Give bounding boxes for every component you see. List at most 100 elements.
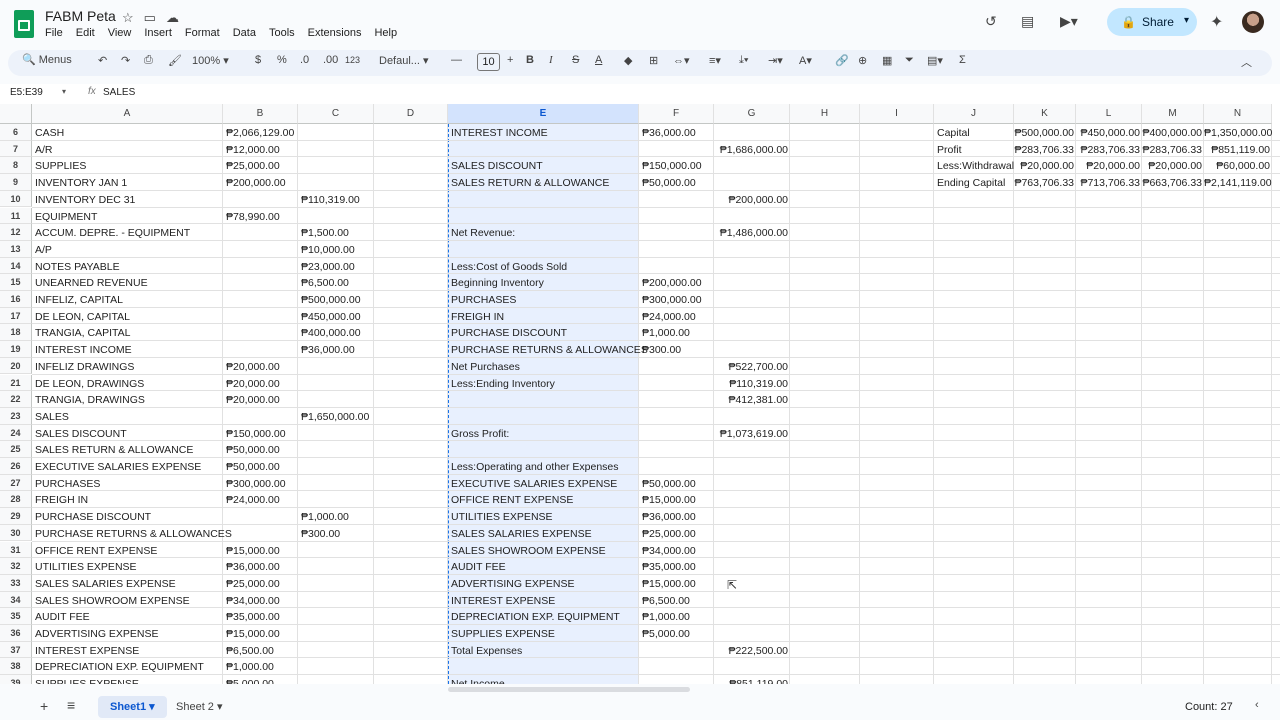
cell-e30[interactable]: SALES SALARIES EXPENSE [451, 526, 592, 542]
increase-decimal-button[interactable]: .00 [323, 54, 338, 66]
column-header-d[interactable]: D [374, 104, 448, 124]
cell-f29[interactable]: ₱36,000.00 [642, 509, 696, 525]
row-header[interactable]: 18 [0, 324, 32, 342]
cell-e19[interactable]: PURCHASE RETURNS & ALLOWANCES [451, 342, 648, 358]
column-header-b[interactable]: B [223, 104, 298, 124]
row-header[interactable]: 16 [0, 291, 32, 308]
cell-e34[interactable]: INTEREST EXPENSE [451, 593, 555, 609]
star-icon[interactable]: ☆ [122, 10, 134, 26]
cell-e6[interactable]: INTEREST INCOME [451, 125, 548, 141]
row-header[interactable]: 32 [0, 558, 32, 575]
cell-e15[interactable]: Beginning Inventory [451, 275, 544, 291]
horizontal-scrollbar[interactable] [448, 687, 690, 692]
cell-e28[interactable]: OFFICE RENT EXPENSE [451, 492, 573, 508]
cell-f36[interactable]: ₱5,000.00 [642, 626, 690, 642]
cell-e17[interactable]: FREIGH IN [451, 309, 504, 325]
cell-f16[interactable]: ₱300,000.00 [642, 292, 702, 308]
column-header-m[interactable]: M [1142, 104, 1204, 124]
row-header[interactable]: 33 [0, 574, 32, 592]
cell-c17[interactable]: ₱450,000.00 [301, 309, 361, 325]
cloud-status-icon[interactable]: ☁ [166, 10, 179, 26]
column-header-i[interactable]: I [860, 104, 934, 124]
cell-c15[interactable]: ₱6,500.00 [301, 275, 349, 291]
cell-a6[interactable]: CASH [35, 125, 64, 141]
cell-b26[interactable]: ₱50,000.00 [226, 459, 280, 475]
cell-b24[interactable]: ₱150,000.00 [226, 426, 286, 442]
column-header-l[interactable]: L [1076, 104, 1142, 124]
cell-m9[interactable]: ₱663,706.33 [1142, 175, 1202, 191]
fill-color-icon[interactable]: ◆ [624, 54, 632, 67]
row-header[interactable]: 24 [0, 424, 32, 442]
cell-c13[interactable]: ₱10,000.00 [301, 242, 355, 258]
cell-b39[interactable]: ₱5,000.00 [226, 676, 274, 684]
cell-a35[interactable]: AUDIT FEE [35, 609, 90, 625]
row-header[interactable]: 27 [0, 474, 32, 492]
cell-k6[interactable]: ₱500,000.00 [1014, 125, 1074, 141]
italic-button[interactable]: I [549, 54, 553, 66]
formula-input[interactable]: SALES [103, 87, 135, 98]
filter-icon[interactable]: ⏷ [905, 54, 914, 67]
row-header[interactable]: 20 [0, 357, 32, 375]
cell-c16[interactable]: ₱500,000.00 [301, 292, 361, 308]
cell-n9[interactable]: ₱2,141,119.00 [1204, 175, 1272, 191]
cell-b35[interactable]: ₱35,000.00 [226, 609, 280, 625]
decrease-decimal-button[interactable]: .0 [300, 54, 309, 66]
vertical-align-icon[interactable]: ⤓▾ [739, 54, 748, 67]
cell-g37[interactable]: ₱222,500.00 [714, 643, 788, 659]
row-header[interactable]: 8 [0, 157, 32, 175]
cell-c23[interactable]: ₱1,650,000.00 [301, 409, 369, 425]
cell-a30[interactable]: PURCHASE RETURNS & ALLOWANCES [35, 526, 232, 542]
row-header[interactable]: 29 [0, 508, 32, 525]
cell-n7[interactable]: ₱851,119.00 [1204, 142, 1270, 158]
cell-a34[interactable]: SALES SHOWROOM EXPENSE [35, 593, 190, 609]
cell-e29[interactable]: UTILITIES EXPENSE [451, 509, 553, 525]
cell-j7[interactable]: Profit [937, 142, 962, 158]
cell-a27[interactable]: PURCHASES [35, 476, 100, 492]
functions-icon[interactable]: Σ [959, 54, 966, 66]
cell-f33[interactable]: ₱15,000.00 [642, 576, 696, 592]
cell-l6[interactable]: ₱450,000.00 [1076, 125, 1140, 141]
menu-insert[interactable]: Insert [144, 27, 172, 39]
cell-a18[interactable]: TRANGIA, CAPITAL [35, 325, 131, 341]
cell-k8[interactable]: ₱20,000.00 [1014, 158, 1074, 174]
cell-b22[interactable]: ₱20,000.00 [226, 392, 280, 408]
cell-g7[interactable]: ₱1,686,000.00 [714, 142, 788, 158]
cell-m6[interactable]: ₱400,000.00 [1142, 125, 1202, 141]
row-header[interactable]: 9 [0, 174, 32, 191]
cell-e24[interactable]: Gross Profit: [451, 426, 509, 442]
cell-a9[interactable]: INVENTORY JAN 1 [35, 175, 127, 191]
currency-format-button[interactable]: $ [255, 54, 261, 66]
cell-a28[interactable]: FREIGH IN [35, 492, 88, 508]
row-header[interactable]: 14 [0, 257, 32, 275]
merge-cells-icon[interactable]: ⇔▾ [673, 54, 690, 67]
all-sheets-icon[interactable]: ≡ [67, 697, 75, 713]
cell-e14[interactable]: Less:Cost of Goods Sold [451, 259, 567, 275]
cell-n8[interactable]: ₱60,000.00 [1204, 158, 1270, 174]
share-dropdown-icon[interactable]: ▾ [1184, 15, 1189, 26]
sheets-logo-icon[interactable] [14, 10, 34, 38]
name-box-dropdown-icon[interactable]: ▾ [62, 87, 66, 96]
sheet-tab-dropdown-icon[interactable]: ▾ [146, 701, 155, 713]
column-header-c[interactable]: C [298, 104, 374, 124]
cell-j8[interactable]: Less:Withdrawal [937, 158, 1014, 174]
cell-b36[interactable]: ₱15,000.00 [226, 626, 280, 642]
cell-g10[interactable]: ₱200,000.00 [714, 192, 788, 208]
cell-c10[interactable]: ₱110,319.00 [301, 192, 360, 208]
cell-e8[interactable]: SALES DISCOUNT [451, 158, 543, 174]
meet-video-icon[interactable]: ▶▾ [1060, 13, 1078, 30]
horizontal-align-icon[interactable]: ≡▾ [709, 54, 721, 67]
cell-e16[interactable]: PURCHASES [451, 292, 516, 308]
row-header[interactable]: 19 [0, 341, 32, 358]
cell-f34[interactable]: ₱6,500.00 [642, 593, 690, 609]
sheet-tab-1[interactable]: Sheet1 ▾ [98, 696, 167, 718]
font-select[interactable]: Defaul... ▾ [379, 54, 429, 67]
row-header[interactable]: 25 [0, 441, 32, 458]
cell-f19[interactable]: ₱300.00 [642, 342, 681, 358]
cell-f31[interactable]: ₱34,000.00 [642, 543, 696, 559]
cell-a38[interactable]: DEPRECIATION EXP. EQUIPMENT [35, 659, 204, 675]
print-icon[interactable]: ⎙ [144, 54, 153, 67]
filter-views-icon[interactable]: ▤▾ [927, 54, 943, 67]
cell-k7[interactable]: ₱283,706.33 [1014, 142, 1074, 158]
comments-icon[interactable]: ▤ [1021, 13, 1034, 30]
menu-view[interactable]: View [108, 27, 132, 39]
